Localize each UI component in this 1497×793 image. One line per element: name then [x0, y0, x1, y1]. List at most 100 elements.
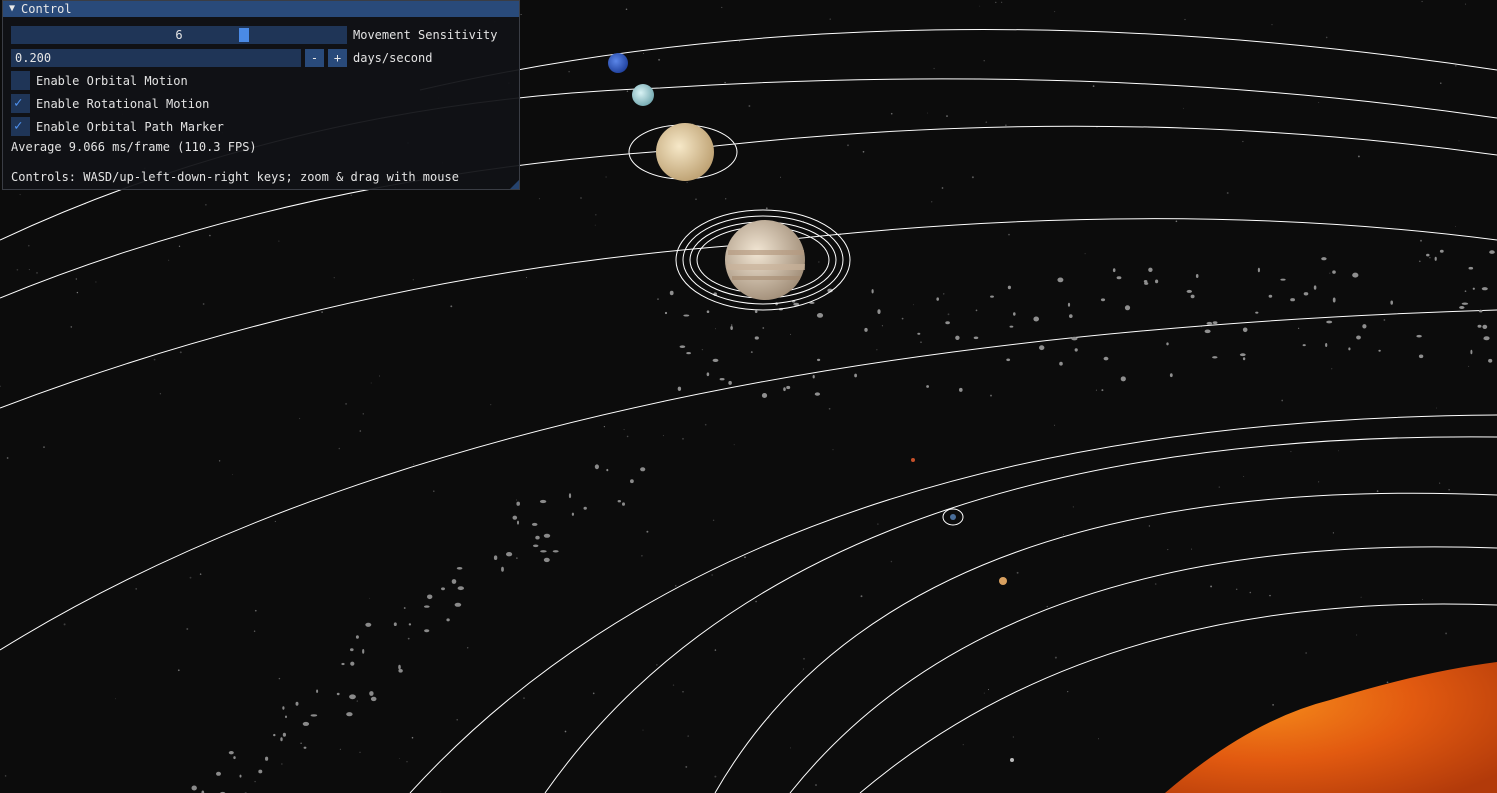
star	[1269, 594, 1271, 597]
star	[1421, 0, 1423, 3]
star	[1318, 102, 1320, 103]
star	[278, 677, 281, 680]
star	[946, 115, 948, 118]
star	[1249, 591, 1252, 594]
asteroid	[552, 550, 559, 553]
control-window-title: Control	[21, 2, 72, 16]
asteroid	[370, 696, 377, 702]
star	[803, 657, 805, 660]
star	[254, 780, 256, 783]
star	[168, 259, 170, 261]
planet-venus[interactable]	[999, 577, 1007, 585]
star	[403, 607, 406, 609]
orbital-path-marker-label: Enable Orbital Path Marker	[36, 119, 224, 134]
star	[901, 317, 904, 320]
star	[626, 90, 629, 92]
asteroid	[506, 552, 513, 557]
asteroid	[233, 756, 236, 760]
star	[721, 6, 723, 8]
asteroid	[1074, 348, 1078, 352]
asteroid	[959, 387, 963, 392]
asteroid	[501, 566, 504, 572]
triangle-down-icon[interactable]: ▼	[9, 1, 15, 17]
asteroid	[355, 635, 359, 639]
star	[1357, 155, 1360, 158]
window-resize-grip[interactable]	[510, 180, 519, 189]
orbital-path-marker-option[interactable]: ✓ Enable Orbital Path Marker	[11, 117, 224, 136]
star	[1458, 140, 1460, 142]
days-per-second-input[interactable]: 0.200	[11, 49, 301, 67]
asteroid	[531, 522, 538, 526]
control-window[interactable]: ▼ Control 6 Movement Sensitivity 0.200 -…	[2, 0, 520, 190]
rotational-motion-checkbox[interactable]: ✓	[11, 94, 30, 113]
asteroid	[945, 321, 950, 325]
planet-earth[interactable]	[950, 514, 956, 520]
asteroid	[393, 622, 397, 626]
asteroid	[1321, 257, 1327, 261]
star	[832, 449, 834, 451]
star	[912, 304, 914, 306]
star	[580, 197, 582, 199]
star	[278, 240, 280, 242]
increment-button[interactable]: +	[328, 49, 347, 67]
star	[828, 407, 831, 410]
asteroid	[679, 345, 686, 349]
star	[1226, 192, 1229, 194]
asteroid	[543, 557, 550, 563]
orbital-motion-checkbox[interactable]	[11, 71, 30, 90]
asteroid	[683, 314, 690, 317]
slider-grab-handle[interactable]	[239, 28, 249, 42]
star	[254, 609, 257, 612]
star	[1092, 85, 1095, 87]
star	[962, 744, 964, 746]
star	[1175, 220, 1178, 223]
star	[205, 203, 207, 206]
star	[695, 198, 697, 201]
asteroid	[1116, 276, 1122, 280]
planet-jupiter[interactable]	[725, 220, 805, 300]
movement-sensitivity-slider[interactable]: 6	[11, 26, 347, 44]
star	[339, 748, 342, 750]
star	[731, 324, 733, 326]
planet-neptune[interactable]	[608, 53, 628, 73]
star	[1465, 3, 1467, 5]
orbital-path-marker-checkbox[interactable]: ✓	[11, 117, 30, 136]
planet-uranus[interactable]	[632, 84, 654, 106]
asteroid	[408, 623, 412, 626]
star	[643, 52, 645, 54]
star	[300, 742, 302, 744]
star	[983, 60, 985, 62]
rotational-motion-option[interactable]: ✓ Enable Rotational Motion	[11, 94, 209, 113]
planet-saturn[interactable]	[656, 123, 714, 181]
star	[1429, 257, 1431, 259]
asteroid	[424, 629, 430, 633]
star	[4, 775, 7, 777]
asteroid	[369, 691, 374, 696]
planet-mars[interactable]	[911, 458, 915, 462]
star	[943, 293, 945, 295]
decrement-button[interactable]: -	[305, 49, 324, 67]
asteroid	[454, 602, 462, 607]
asteroid	[346, 712, 353, 717]
star	[675, 585, 677, 587]
star	[1386, 681, 1389, 684]
fps-readout: Average 9.066 ms/frame (110.3 FPS)	[11, 140, 257, 154]
orbital-motion-option[interactable]: Enable Orbital Motion	[11, 71, 188, 90]
asteroid	[1007, 285, 1012, 290]
star	[1097, 738, 1099, 740]
asteroid	[1303, 292, 1309, 296]
star	[975, 309, 978, 312]
asteroid	[1470, 349, 1473, 355]
asteroid	[955, 335, 960, 340]
asteroid	[1257, 267, 1260, 273]
asteroid	[1103, 356, 1109, 361]
star	[715, 328, 717, 330]
control-window-title-bar[interactable]: ▼ Control	[3, 1, 519, 17]
asteroid	[754, 336, 759, 340]
star	[626, 435, 629, 438]
star	[153, 358, 156, 361]
star	[1329, 272, 1331, 274]
star	[658, 58, 661, 61]
asteroid	[1039, 345, 1045, 351]
planet-mercury[interactable]	[1010, 758, 1014, 762]
